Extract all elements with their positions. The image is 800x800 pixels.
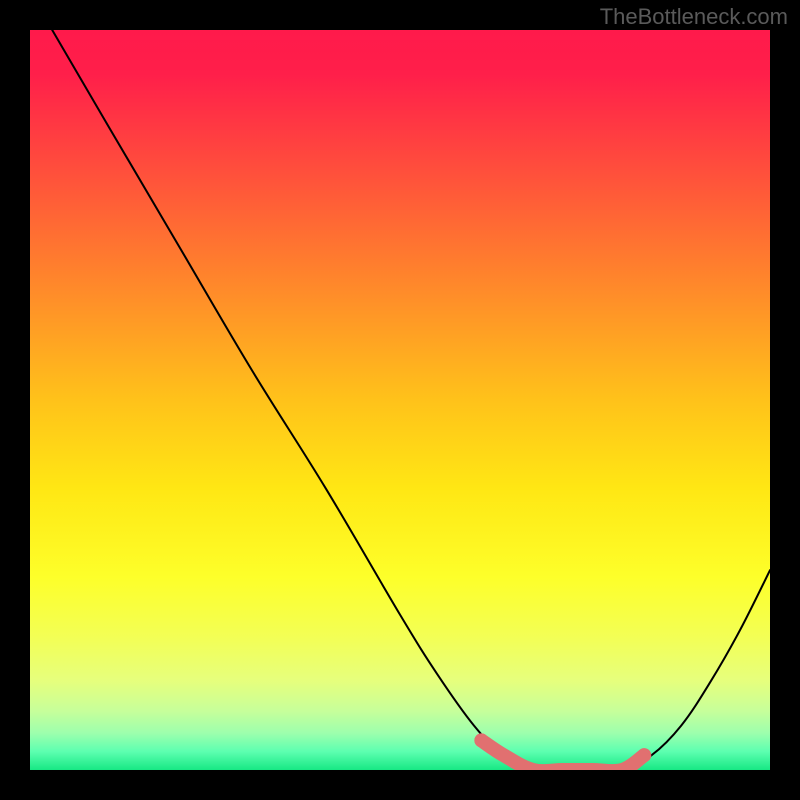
plot-container xyxy=(30,30,770,770)
watermark-text: TheBottleneck.com xyxy=(600,4,788,30)
plot-area xyxy=(30,30,770,770)
plot-background-gradient xyxy=(30,30,770,770)
